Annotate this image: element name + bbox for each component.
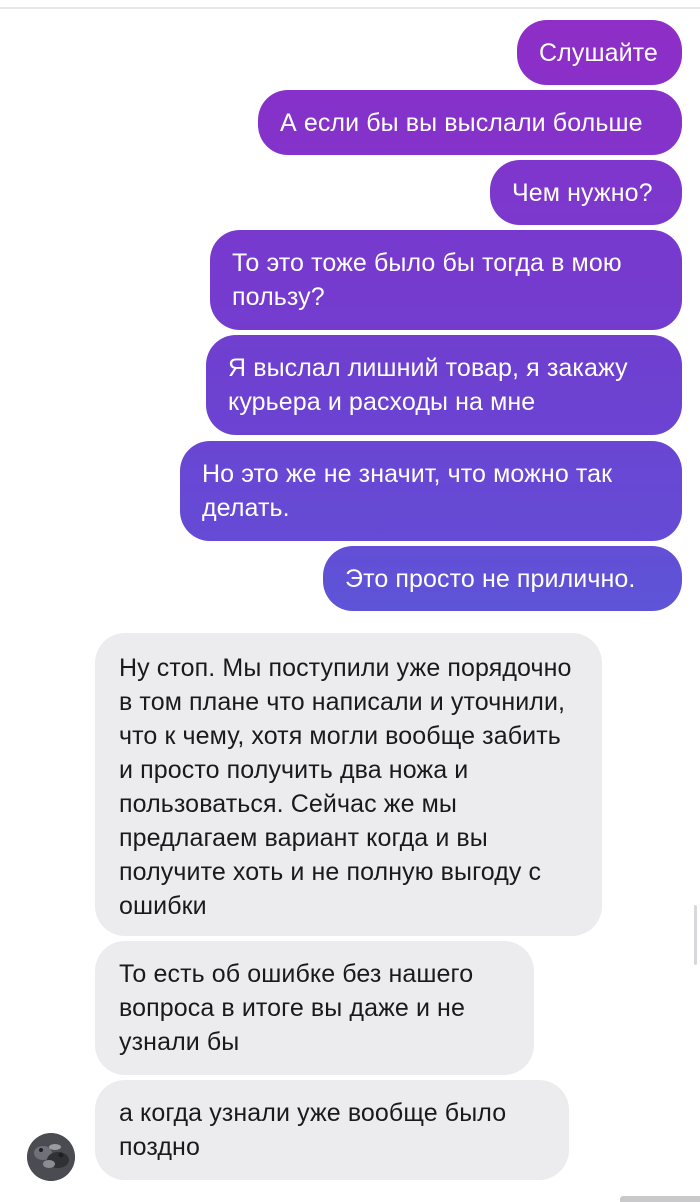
incoming-message[interactable]: Ну стоп. Мы поступили уже порядочно в то… — [95, 633, 602, 936]
message-text: Слушайте — [539, 39, 658, 67]
message-text: Я выслал лишний товар, я закажу курьера … — [228, 354, 628, 416]
outgoing-message[interactable]: Я выслал лишний товар, я закажу курьера … — [206, 335, 682, 435]
message-text: А если бы вы выслали больше — [280, 109, 643, 137]
outgoing-message[interactable]: Чем нужно? — [490, 160, 682, 225]
message-text: То это тоже было бы тогда в мою пользу? — [232, 249, 622, 311]
incoming-message[interactable]: а когда узнали уже вообще было поздно — [95, 1080, 569, 1180]
message-text: Но это же не значит, что можно так делат… — [202, 460, 613, 522]
avatar-photo-icon — [27, 1133, 75, 1181]
message-thread[interactable]: Слушайте А если бы вы выслали больше Чем… — [0, 0, 700, 1202]
message-text: Чем нужно? — [512, 179, 653, 207]
message-text: Ну стоп. Мы поступили уже порядочно в то… — [119, 654, 572, 920]
message-text: а когда узнали уже вообще было поздно — [119, 1099, 507, 1161]
scrollbar[interactable] — [694, 905, 697, 965]
outgoing-message[interactable]: Слушайте — [517, 20, 682, 85]
corner-indicator — [620, 1196, 700, 1202]
outgoing-message[interactable]: А если бы вы выслали больше — [258, 90, 682, 155]
contact-avatar-icon[interactable] — [27, 1133, 75, 1181]
incoming-message[interactable]: То есть об ошибке без нашего вопроса в и… — [95, 941, 534, 1075]
outgoing-message[interactable]: Это просто не прилично. — [323, 546, 682, 611]
message-text: Это просто не прилично. — [345, 565, 636, 593]
outgoing-message[interactable]: То это тоже было бы тогда в мою пользу? — [210, 230, 682, 330]
message-text: То есть об ошибке без нашего вопроса в и… — [119, 960, 474, 1056]
outgoing-message[interactable]: Но это же не значит, что можно так делат… — [180, 441, 682, 541]
